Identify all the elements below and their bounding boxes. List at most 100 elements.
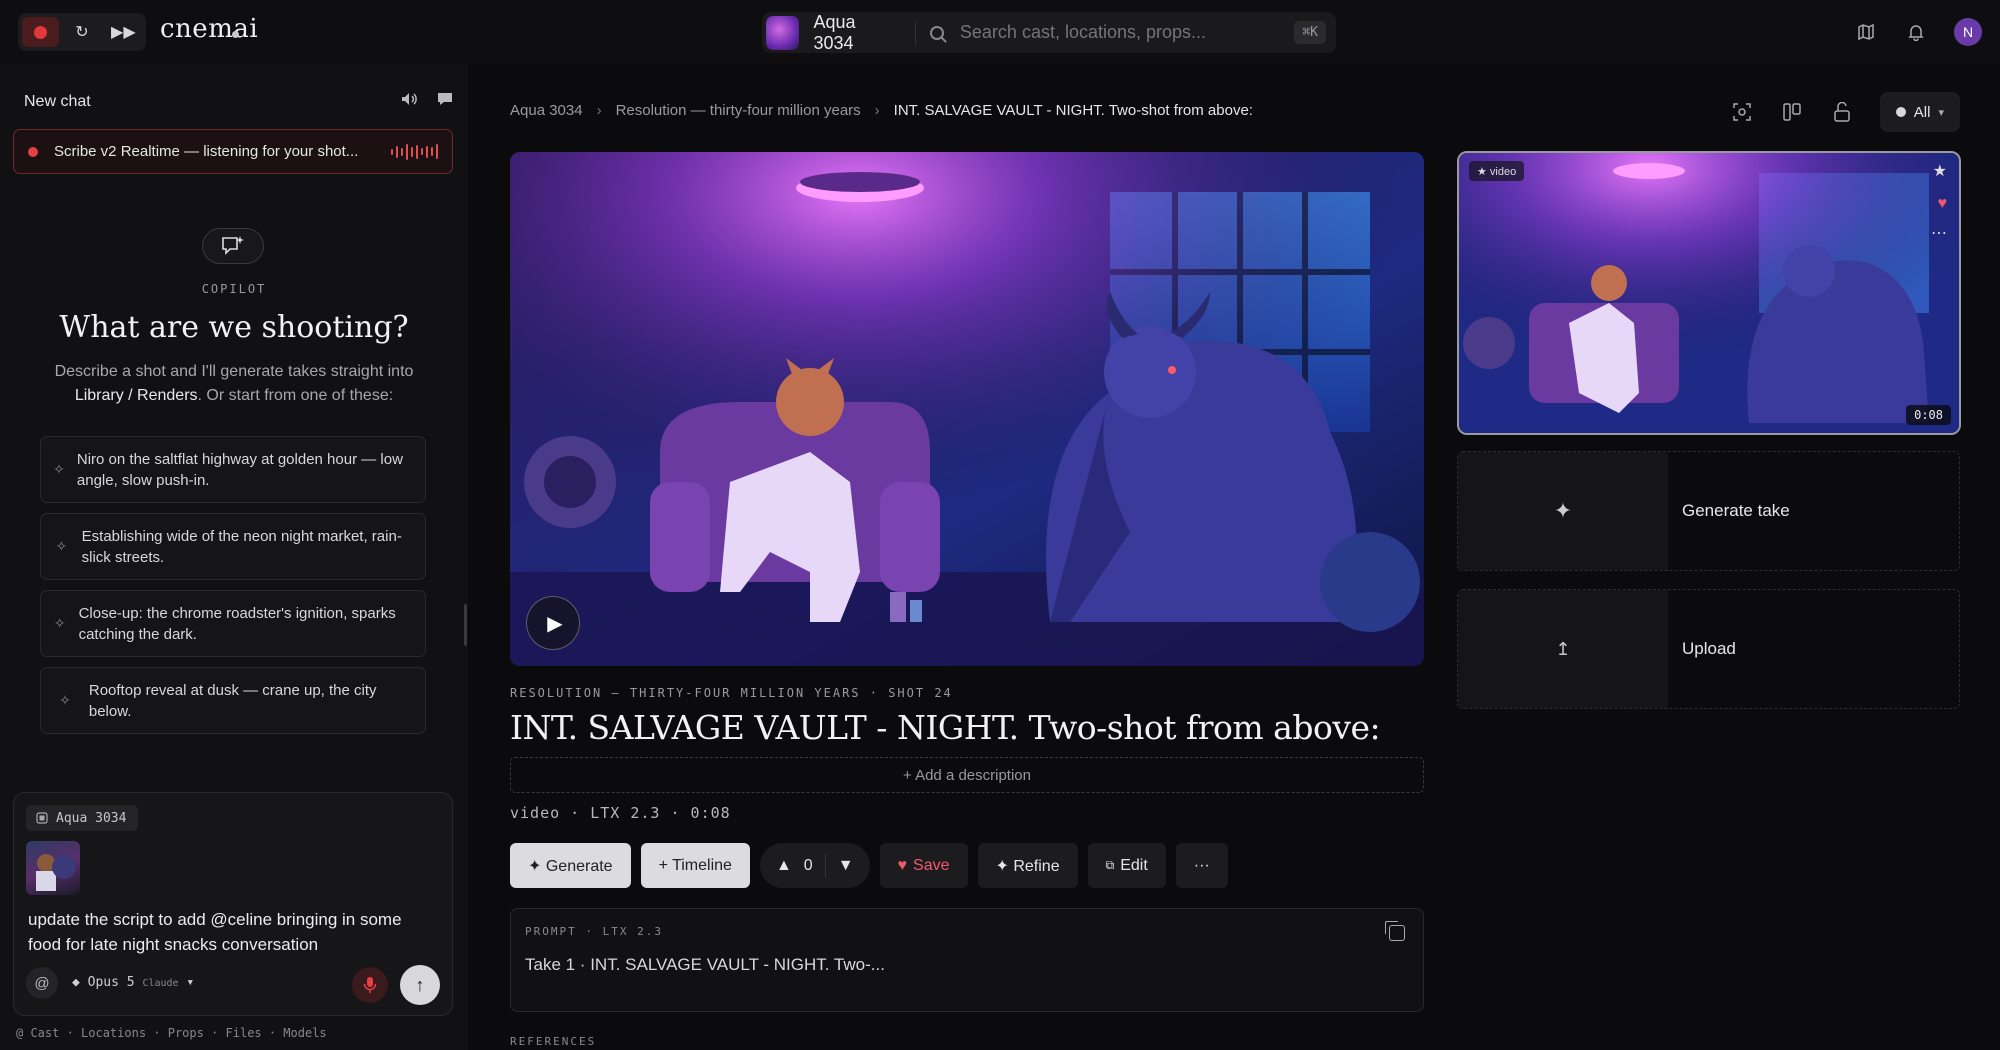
edit-button[interactable]: ⧉ Edit	[1087, 843, 1166, 888]
suggestion-text: Niro on the saltflat highway at golden h…	[76, 450, 403, 489]
upload-label: Upload	[1682, 639, 1736, 658]
more-options-button[interactable]: ···	[1175, 843, 1228, 888]
chevron-right-icon: ›	[874, 102, 880, 119]
copilot-sidebar: New chat Scribe v2 Realtime — listening …	[0, 64, 468, 1050]
upload-card[interactable]: ↥ Upload	[1457, 589, 1960, 709]
focus-icon[interactable]	[1730, 100, 1754, 124]
project-tag-icon	[36, 812, 48, 824]
send-button[interactable]: ↑	[400, 965, 440, 1005]
shot-title[interactable]: INT. SALVAGE VAULT - NIGHT. Two-shot fro…	[510, 708, 1381, 747]
sparkle-icon: ✦	[1458, 452, 1668, 570]
suggestion-item[interactable]: ✧ Rooftop reveal at dusk — crane up, the…	[40, 667, 426, 734]
breadcrumb-shot: INT. SALVAGE VAULT - NIGHT. Two-shot fro…	[893, 102, 1253, 119]
divider	[824, 853, 826, 878]
breadcrumb-project[interactable]: Aqua 3034	[510, 102, 583, 119]
at-icon: @	[34, 974, 50, 992]
record-icon	[34, 25, 48, 39]
play-icon: ▶	[547, 612, 563, 635]
copilot-title: What are we shooting?	[59, 310, 409, 345]
shot-spec: video · LTX 2.3 · 0:08	[510, 804, 731, 822]
project-search-bar: Aqua 3034 ⌘K	[762, 12, 1336, 53]
unlock-icon[interactable]	[1830, 100, 1854, 124]
upload-icon: ↥	[1458, 590, 1668, 708]
prompt-label: PROMPT · LTX 2.3	[525, 925, 663, 938]
composer-input[interactable]: update the script to add @celine bringin…	[28, 907, 438, 957]
suggestion-text: Rooftop reveal at dusk — crane up, the c…	[88, 681, 377, 720]
project-avatar[interactable]	[766, 15, 800, 50]
model-selector[interactable]: ◆ Opus 5 Claude ▾	[72, 975, 194, 990]
user-avatar[interactable]: N	[1954, 18, 1982, 46]
bell-icon[interactable]	[1904, 20, 1928, 44]
main-toolbar: All ▾	[1730, 92, 1960, 132]
arrow-up-icon: ↑	[415, 974, 425, 995]
copilot-label: COPILOT	[201, 282, 267, 296]
refine-button[interactable]: ✦ Refine	[977, 843, 1078, 888]
add-description-button[interactable]: + Add a description	[510, 757, 1424, 793]
sidebar-footer-links[interactable]: @ Cast · Locations · Props · Files · Mod…	[16, 1026, 327, 1040]
take-preview-image	[1459, 153, 1959, 433]
model-name: Opus 5	[87, 975, 135, 990]
filter-dropdown[interactable]: All ▾	[1879, 92, 1960, 132]
breadcrumb-sequence[interactable]: Resolution — thirty-four million years	[616, 102, 861, 119]
downvote-icon[interactable]: ▼	[838, 857, 854, 875]
sparkle-icon: ✧	[53, 615, 66, 631]
suggestion-item[interactable]: ✧ Establishing wide of the neon night ma…	[40, 513, 426, 580]
map-icon[interactable]	[1854, 20, 1878, 44]
duration-badge: 0:08	[1906, 405, 1951, 425]
refresh-button[interactable]: ↻	[63, 17, 100, 47]
search-input[interactable]	[959, 22, 1295, 43]
sidebar-icons	[400, 90, 454, 113]
generate-take-card[interactable]: ✦ Generate take	[1457, 451, 1960, 571]
fast-forward-icon: ▶▶	[111, 24, 136, 41]
sidebar-resize-handle[interactable]	[464, 604, 467, 646]
voice-listening-bar[interactable]: Scribe v2 Realtime — listening for your …	[13, 129, 453, 174]
add-timeline-button[interactable]: + Timeline	[640, 843, 750, 888]
context-tag[interactable]: Aqua 3034	[26, 805, 139, 831]
sparkle-icon: ✧	[59, 692, 71, 708]
mention-button[interactable]: @	[26, 967, 58, 999]
save-button[interactable]: ♥ Save	[879, 843, 968, 888]
project-name[interactable]: Aqua 3034	[813, 12, 899, 54]
edit-label: Edit	[1120, 856, 1148, 874]
recording-dot-icon	[28, 146, 38, 157]
play-button[interactable]: ▶	[526, 596, 580, 650]
upvote-icon[interactable]: ▲	[776, 857, 792, 875]
sparkle-icon: ✧	[55, 538, 68, 554]
new-chat-label[interactable]: New chat	[24, 93, 91, 111]
prompt-text[interactable]: Take 1 · INT. SALVAGE VAULT - NIGHT. Two…	[525, 955, 885, 975]
library-renders-link[interactable]: Library / Renders	[75, 387, 198, 404]
attached-image-thumbnail[interactable]	[26, 841, 80, 895]
copilot-desc-text-end: . Or start from one of these:	[197, 387, 394, 404]
heart-icon[interactable]: ♥	[1938, 195, 1948, 213]
search-icon	[930, 25, 944, 40]
record-button[interactable]	[22, 17, 60, 47]
breadcrumb: Aqua 3034 › Resolution — thirty-four mil…	[510, 102, 1253, 119]
brand-logo[interactable]: cnemai	[160, 14, 258, 44]
shot-preview-player[interactable]: ▶	[510, 152, 1424, 666]
chevron-down-icon: ▾	[1938, 106, 1944, 119]
save-label: Save	[913, 856, 950, 874]
layout-columns-icon[interactable]	[1780, 100, 1804, 124]
refresh-icon: ↻	[75, 24, 89, 41]
shot-preview-image	[510, 152, 1424, 666]
edit-icon: ⧉	[1105, 858, 1115, 872]
shot-meta: RESOLUTION — THIRTY-FOUR MILLION YEARS ·…	[510, 686, 953, 700]
suggestion-item[interactable]: ✧ Close-up: the chrome roadster's igniti…	[40, 590, 426, 657]
copy-icon[interactable]	[1385, 921, 1405, 941]
take-thumbnail-card[interactable]: ★ video ★ ♥ ⋯ 0:08	[1457, 151, 1961, 435]
fast-forward-button[interactable]: ▶▶	[105, 17, 142, 47]
chat-icon[interactable]	[436, 90, 454, 113]
microphone-button[interactable]	[352, 967, 388, 1003]
references-label: REFERENCES	[510, 1035, 597, 1048]
speaker-icon[interactable]	[400, 90, 418, 113]
playback-controls: ↻ ▶▶	[18, 13, 146, 51]
more-icon[interactable]: ⋯	[1931, 223, 1947, 243]
star-icon[interactable]: ★	[1933, 161, 1947, 181]
microphone-icon	[363, 977, 377, 993]
media-type-badge: ★ video	[1469, 161, 1525, 181]
suggestion-item[interactable]: ✧ Niro on the saltflat highway at golden…	[40, 436, 426, 503]
heart-icon: ♥	[897, 856, 908, 874]
suggestion-text: Close-up: the chrome roadster's ignition…	[78, 604, 396, 643]
generate-button[interactable]: ✦ Generate	[510, 843, 631, 888]
prompt-panel: PROMPT · LTX 2.3 Take 1 · INT. SALVAGE V…	[510, 908, 1424, 1012]
